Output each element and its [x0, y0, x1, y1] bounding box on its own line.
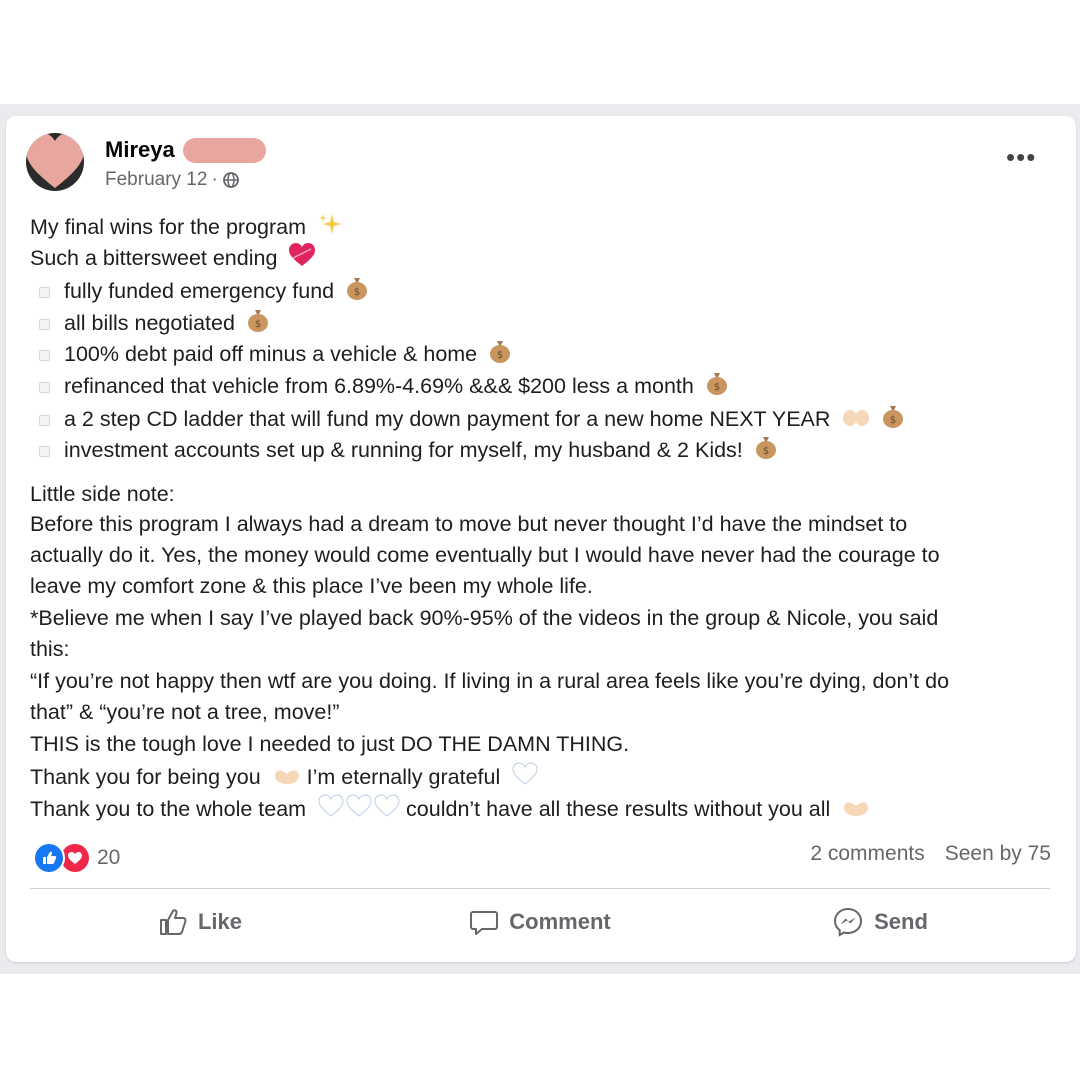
- sparkles-icon: [319, 214, 341, 234]
- list-item-text: investment accounts set up & running for…: [64, 438, 743, 462]
- heart-sticker-icon: [26, 133, 84, 188]
- svg-text:$: $: [255, 319, 261, 330]
- seen-by-link[interactable]: Seen by 75: [945, 842, 1051, 866]
- note-line: that” & “you’re not a tree, move!”: [30, 700, 340, 724]
- list-item: investment accounts set up & running for…: [64, 435, 777, 464]
- white-heart-icon: [346, 794, 372, 817]
- list-item-text: all bills negotiated: [64, 311, 235, 335]
- author-name[interactable]: Mireya: [105, 137, 175, 163]
- heart-hands-icon: [274, 770, 299, 784]
- post-date[interactable]: February 12: [105, 169, 207, 191]
- svg-text:$: $: [890, 415, 896, 426]
- list-item-text: 100% debt paid off minus a vehicle & hom…: [64, 342, 478, 366]
- list-item-text: a 2 step CD ladder that will fund my dow…: [64, 407, 831, 431]
- list-item: all bills negotiated $: [64, 308, 269, 337]
- list-item: a 2 step CD ladder that will fund my dow…: [64, 404, 904, 433]
- money-bag-icon: $: [347, 278, 368, 300]
- list-item-text: refinanced that vehicle from 6.89%-4.69%…: [64, 374, 694, 398]
- globe-icon: [222, 172, 239, 188]
- intro-text: Such a bittersweet ending: [30, 246, 278, 270]
- reaction-summary[interactable]: 20: [33, 842, 120, 874]
- name-redaction: [183, 138, 266, 163]
- white-heart-icon: [512, 762, 538, 785]
- comment-button[interactable]: Comment: [370, 896, 710, 948]
- meta-separator: ·: [211, 169, 218, 190]
- note-line: *Believe me when I say I’ve played back …: [30, 606, 939, 630]
- list-item: 100% debt paid off minus a vehicle & hom…: [64, 339, 511, 368]
- checkbox-bullet: [39, 287, 50, 298]
- divider: [30, 888, 1050, 889]
- checkbox-bullet: [39, 446, 50, 457]
- money-bag-icon: $: [755, 437, 776, 459]
- money-bag-icon: $: [247, 310, 268, 332]
- raising-hands-icon: [843, 410, 870, 426]
- white-heart-icon: [374, 794, 400, 817]
- svg-text:$: $: [763, 446, 769, 457]
- more-options-button[interactable]: •••: [1006, 144, 1036, 170]
- heart-hands-icon: [844, 802, 869, 816]
- white-heart-icon: [318, 794, 344, 817]
- comment-label: Comment: [509, 909, 611, 934]
- checkbox-bullet: [39, 415, 50, 426]
- like-label: Like: [197, 909, 243, 934]
- thanks-text: Thank you to the whole team: [30, 797, 307, 821]
- post-stats: 2 comments Seen by 75: [810, 842, 1051, 866]
- note-line: “If you’re not happy then wtf are you do…: [30, 669, 950, 693]
- svg-text:$: $: [354, 287, 360, 298]
- intro-text: My final wins for the program: [30, 215, 307, 239]
- thanks-line: Thank you for being you I’m eternally gr…: [30, 762, 538, 791]
- thanks-line: Thank you to the whole team couldn’t hav…: [30, 794, 870, 823]
- list-item-text: fully funded emergency fund: [64, 279, 335, 303]
- checkbox-bullet: [39, 319, 50, 330]
- note-line: leave my comfort zone & this place I’ve …: [30, 574, 593, 598]
- checkbox-bullet: [39, 350, 50, 361]
- svg-text:$: $: [497, 350, 503, 361]
- note-line: this:: [30, 637, 70, 661]
- avatar[interactable]: [26, 133, 84, 191]
- comment-icon: [470, 911, 499, 935]
- send-button[interactable]: Send: [710, 896, 1050, 948]
- svg-text:$: $: [714, 382, 720, 393]
- thanks-text: couldn’t have all these results without …: [406, 797, 831, 821]
- money-bag-icon: $: [883, 406, 904, 428]
- like-reaction-icon: [33, 842, 65, 874]
- reaction-count: 20: [97, 846, 121, 869]
- note-line: Before this program I always had a dream…: [30, 512, 908, 536]
- post-meta: February 12 ·: [105, 169, 240, 191]
- thanks-text: Thank you for being you: [30, 765, 261, 789]
- thanks-text: I’m eternally grateful: [306, 765, 501, 789]
- note-line: THIS is the tough love I needed to just …: [30, 732, 630, 756]
- messenger-icon: [834, 907, 863, 937]
- like-icon: [159, 909, 187, 935]
- note-line: Little side note:: [30, 482, 175, 506]
- action-bar: Like Comment Send: [30, 896, 1050, 948]
- comments-count-link[interactable]: 2 comments: [810, 842, 924, 866]
- post-line: Such a bittersweet ending: [30, 243, 316, 272]
- money-bag-icon: $: [490, 341, 511, 363]
- like-button[interactable]: Like: [30, 896, 370, 948]
- money-bag-icon: $: [706, 373, 727, 395]
- list-item: fully funded emergency fund $: [64, 276, 368, 305]
- send-label: Send: [874, 909, 928, 934]
- post-line: My final wins for the program: [30, 212, 342, 241]
- note-line: actually do it. Yes, the money would com…: [30, 543, 940, 567]
- heart-icon: [289, 243, 316, 266]
- checkbox-bullet: [39, 382, 50, 393]
- list-item: refinanced that vehicle from 6.89%-4.69%…: [64, 371, 728, 400]
